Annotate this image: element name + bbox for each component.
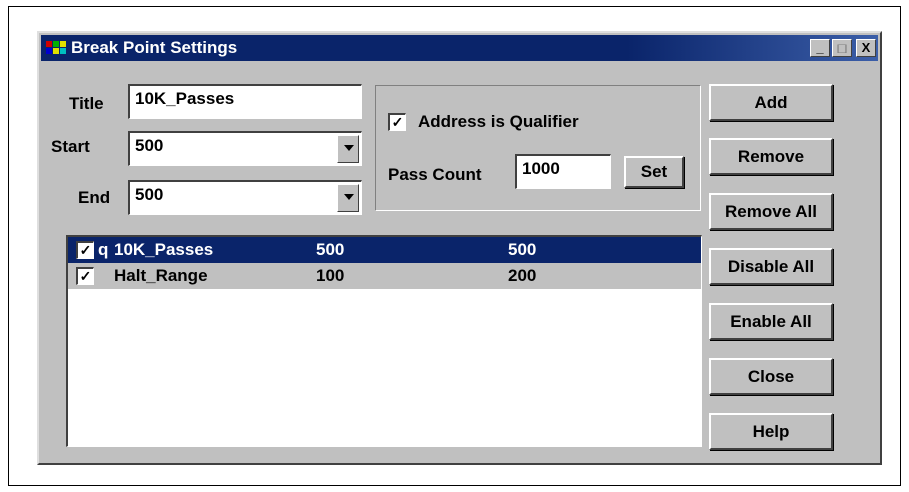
break-point-settings-dialog: Break Point Settings _ □ X Title 10K_Pas…	[37, 31, 882, 465]
breakpoint-start: 500	[316, 240, 345, 259]
pass-count-label: Pass Count	[388, 165, 482, 184]
end-label: End	[78, 188, 111, 207]
maximize-icon: □	[837, 40, 847, 56]
end-combo[interactable]: 500	[128, 180, 362, 215]
set-button[interactable]: Set	[624, 156, 684, 188]
breakpoint-end: 500	[508, 240, 537, 259]
pass-count-input[interactable]: 1000	[515, 154, 611, 189]
qualifier-group: ✓ Address is Qualifier Pass Count 1000 S…	[375, 85, 701, 211]
breakpoint-start: 100	[316, 266, 345, 285]
help-button[interactable]: Help	[709, 413, 833, 450]
chevron-down-icon[interactable]	[337, 135, 359, 163]
breakpoint-row[interactable]: ✓ q 10K_Passes 500 500	[68, 237, 701, 263]
title-label: Title	[69, 94, 104, 113]
start-combo[interactable]: 500	[128, 131, 362, 166]
title-input[interactable]: 10K_Passes	[128, 84, 362, 119]
remove-all-button[interactable]: Remove All	[709, 193, 833, 230]
breakpoint-name: Halt_Range	[114, 266, 208, 285]
end-value: 500	[135, 185, 164, 204]
dialog-title: Break Point Settings	[71, 38, 238, 57]
breakpoint-enabled-checkbox[interactable]: ✓	[76, 267, 94, 285]
breakpoint-flag: q	[98, 240, 109, 259]
address-qualifier-label: Address is Qualifier	[418, 112, 579, 131]
breakpoint-enabled-checkbox[interactable]: ✓	[76, 241, 94, 259]
disable-all-button[interactable]: Disable All	[709, 248, 833, 285]
maximize-button[interactable]: □	[832, 39, 852, 57]
title-bar[interactable]: Break Point Settings _ □ X	[41, 35, 878, 61]
address-qualifier-checkbox[interactable]: ✓	[388, 113, 406, 131]
start-label: Start	[51, 137, 90, 156]
enable-all-button[interactable]: Enable All	[709, 303, 833, 340]
close-window-button[interactable]: X	[856, 39, 876, 57]
breakpoint-row[interactable]: ✓ Halt_Range 100 200	[68, 263, 701, 289]
breakpoint-name: 10K_Passes	[114, 240, 214, 259]
chevron-down-icon[interactable]	[337, 184, 359, 212]
app-icon	[46, 41, 68, 55]
minimize-button[interactable]: _	[810, 39, 830, 57]
remove-button[interactable]: Remove	[709, 138, 833, 175]
add-button[interactable]: Add	[709, 84, 833, 121]
breakpoint-end: 200	[508, 266, 537, 285]
close-button[interactable]: Close	[709, 358, 833, 395]
start-value: 500	[135, 136, 164, 155]
breakpoint-list[interactable]: ✓ q 10K_Passes 500 500 ✓ Halt_Range 100 …	[66, 235, 702, 447]
